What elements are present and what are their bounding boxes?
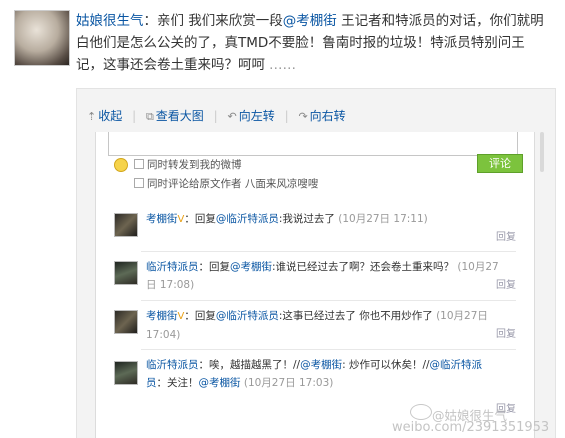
comment-origin-option[interactable]: 同时评论给原文作者 八面来风凉嗖嗖 xyxy=(134,176,318,191)
comment-text: 考棚街V：回复@临沂特派员:这事已经过去了 你也不用炒作了 (10月27日 17… xyxy=(146,307,501,344)
reply-link[interactable]: 回复 xyxy=(496,276,516,291)
comment-time: (10月27日 17:11) xyxy=(338,213,428,225)
comment-input[interactable] xyxy=(108,132,518,156)
comment-mention[interactable]: @临沂特派员 xyxy=(216,213,279,225)
comment-body: :谁说已经过去了啊？还会卷土重来吗？ xyxy=(272,261,455,273)
image-toolbar: ⇡ 收起 | ⧉ 查看大图 | ↶ 向左转 | ↷ 向右转 xyxy=(87,107,352,124)
zoom-icon: ⧉ xyxy=(145,110,154,123)
view-large-label: 查看大图 xyxy=(155,109,204,123)
rotate-left-icon: ↶ xyxy=(227,110,237,123)
author-avatar[interactable] xyxy=(14,10,70,66)
comment-body: :我说过去了 xyxy=(278,213,335,225)
rotate-right-label: 向右转 xyxy=(309,109,346,123)
toolbar-divider: | xyxy=(284,109,289,123)
post-colon: ： xyxy=(143,13,158,29)
commenter-name[interactable]: 临沂特派员 xyxy=(146,359,199,371)
emoji-icon[interactable] xyxy=(114,158,128,172)
comment-text: 考棚街V：回复@临沂特派员:我说过去了 (10月27日 17:11) xyxy=(146,210,501,229)
post-author[interactable]: 姑娘很生气 xyxy=(76,13,144,29)
comment-origin-checkbox[interactable] xyxy=(134,178,144,188)
commenter-name[interactable]: 临沂特派员 xyxy=(146,261,199,273)
comment-divider xyxy=(141,251,516,252)
commenter-avatar[interactable] xyxy=(114,261,138,285)
comment-mention[interactable]: @考棚街 xyxy=(230,261,272,273)
comment-mention[interactable]: @临沂特派员 xyxy=(216,310,279,322)
commenter-avatar[interactable] xyxy=(114,361,138,385)
comment-prefix: ：回复 xyxy=(184,310,216,322)
rotate-left-label: 向左转 xyxy=(238,109,275,123)
collapse-label: 收起 xyxy=(98,109,123,123)
image-panel: ⇡ 收起 | ⧉ 查看大图 | ↶ 向左转 | ↷ 向右转 同时转发到我的微博 同时评论… xyxy=(76,88,556,438)
post-mention[interactable]: @考棚街 xyxy=(283,13,337,29)
comment-prefix: ：回复 xyxy=(198,261,231,273)
weibo-logo-icon xyxy=(410,404,432,420)
comment-text: 临沂特派员：回复@考棚街:谁说已经过去了啊？还会卷土重来吗？ (10月27日 1… xyxy=(146,258,501,294)
comment-prefix: ：唉，越描越黑了！// xyxy=(198,359,301,371)
toolbar-divider: | xyxy=(132,109,137,123)
comment-divider xyxy=(141,300,516,301)
comment-origin-label: 同时评论给原文作者 八面来风凉嗖嗖 xyxy=(147,178,319,190)
post-body: 姑娘很生气：亲们 我们来欣赏一段@考棚街 王记者和特派员的对话，你们就明白他们是… xyxy=(76,10,551,76)
comment-mention[interactable]: @考棚街 xyxy=(199,377,241,389)
comment-time: (10月27日 17:03) xyxy=(243,377,334,389)
post-text-1: 亲们 我们来欣赏一段 xyxy=(157,13,283,29)
commenter-avatar[interactable] xyxy=(114,213,138,237)
rotate-left-button[interactable]: ↶ 向左转 xyxy=(228,107,275,124)
scrollbar[interactable] xyxy=(540,132,544,172)
submit-comment-button[interactable]: 评论 xyxy=(477,154,523,173)
comment-body: :这事已经过去了 你也不用炒作了 xyxy=(278,310,433,322)
commenter-avatar[interactable] xyxy=(114,310,138,334)
comment-divider xyxy=(141,349,516,350)
rotate-right-icon: ↷ xyxy=(298,110,308,123)
reply-link[interactable]: 回复 xyxy=(496,228,516,243)
forward-checkbox[interactable] xyxy=(134,159,144,169)
watermark-url: weibo.com/2391351953 xyxy=(392,420,550,435)
comment-body: : 炒作可以休矣！// xyxy=(342,359,430,371)
reply-link[interactable]: 回复 xyxy=(496,325,516,340)
comment-mention[interactable]: @考棚街 xyxy=(300,359,342,371)
post-ellipsis: …… xyxy=(269,57,296,73)
comment-prefix: ：回复 xyxy=(184,213,216,225)
commenter-name[interactable]: 考棚街 xyxy=(146,213,178,225)
forward-option[interactable]: 同时转发到我的微博 xyxy=(134,157,242,172)
collapse-icon: ⇡ xyxy=(87,110,97,123)
commenter-name[interactable]: 考棚街 xyxy=(146,310,178,322)
view-large-button[interactable]: ⧉ 查看大图 xyxy=(146,107,204,124)
comment-text: 临沂特派员：唉，越描越黑了！//@考棚街: 炒作可以休矣！//@临沂特派员：关注… xyxy=(146,356,501,392)
comment-screenshot: 同时转发到我的微博 同时评论给原文作者 八面来风凉嗖嗖 评论 考棚街V：回复@临… xyxy=(95,132,544,438)
toolbar-divider: | xyxy=(213,109,218,123)
forward-option-label: 同时转发到我的微博 xyxy=(147,159,242,171)
comment-body: ：关注！ xyxy=(156,377,199,389)
rotate-right-button[interactable]: ↷ 向右转 xyxy=(298,107,345,124)
collapse-button[interactable]: ⇡ 收起 xyxy=(87,107,122,124)
